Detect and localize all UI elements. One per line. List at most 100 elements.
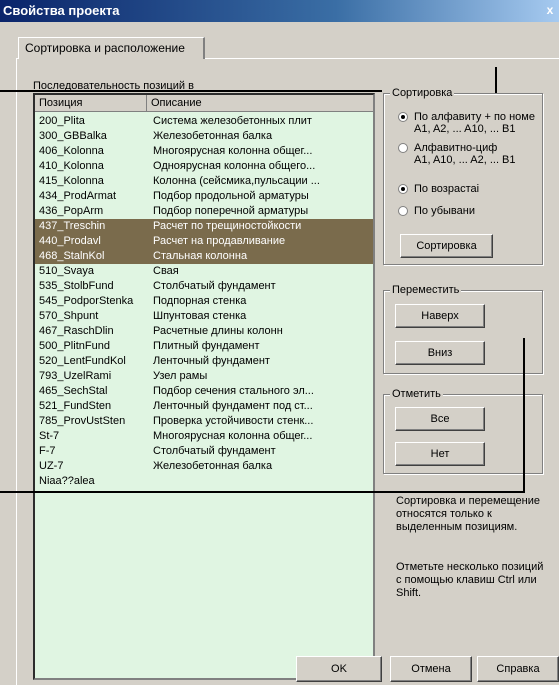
table-row[interactable]: 437_Treschin Расчет по трещиностойкости xyxy=(35,219,373,234)
row-description: Узел рамы xyxy=(153,370,208,382)
row-description: Ленточный фундамент под ст... xyxy=(153,400,313,412)
table-row[interactable]: 500_PlitnFund Плитный фундамент xyxy=(35,339,373,354)
table-row[interactable]: 436_PopArm Подбор поперечной арматуры xyxy=(35,204,373,219)
callout-line-top-right xyxy=(495,67,497,93)
table-row[interactable]: 434_ProdArmat Подбор продольной арматуры xyxy=(35,189,373,204)
row-position: F-7 xyxy=(39,445,56,457)
table-row[interactable]: 415_Kolonna Колонна (сейсмика,пульсации .… xyxy=(35,174,373,189)
row-description: Ленточный фундамент xyxy=(153,355,270,367)
help-button[interactable]: Справка xyxy=(477,656,559,682)
select-all-button[interactable]: Все xyxy=(395,407,485,431)
table-row[interactable]: 785_ProvUstSten Проверка устойчивости сте… xyxy=(35,414,373,429)
move-group: Переместить Наверх Вниз xyxy=(383,284,543,374)
table-row[interactable]: 468_StalnKol Стальная колонна xyxy=(35,249,373,264)
row-description: Столбчатый фундамент xyxy=(153,445,276,457)
sort-group: Сортировка По алфавиту + по номе A1, A2, … xyxy=(383,87,543,265)
list-header: Позиция Описание xyxy=(35,95,373,112)
row-description: Многоярусная колонна общег... xyxy=(153,430,313,442)
positions-list[interactable]: Позиция Описание 200_Plita Система железо… xyxy=(33,93,375,680)
close-icon[interactable]: x xyxy=(543,3,557,17)
row-position: 434_ProdArmat xyxy=(39,190,117,202)
table-row[interactable]: 570_Shpunt Шпунтовая стенка xyxy=(35,309,373,324)
table-row[interactable]: 410_Kolonna Одноярусная колонна общего... xyxy=(35,159,373,174)
row-description: Расчет по трещиностойкости xyxy=(153,220,302,232)
row-position: 406_Kolonna xyxy=(39,145,104,157)
table-row[interactable]: F-7 Столбчатый фундамент xyxy=(35,444,373,459)
move-down-button[interactable]: Вниз xyxy=(395,341,485,365)
row-description: Подбор сечения стального эл... xyxy=(153,385,314,397)
table-row[interactable]: St-7 Многоярусная колонна общег... xyxy=(35,429,373,444)
sort-button[interactable]: Сортировка xyxy=(400,234,493,258)
row-description: Одноярусная колонна общего... xyxy=(153,160,316,172)
alnum-sort-label: Алфавитно-циф A1, A10, ... A2, ... B1 xyxy=(414,142,516,166)
row-position: 570_Shpunt xyxy=(39,310,99,322)
row-description: Подпорная стенка xyxy=(153,295,247,307)
row-position: 200_Plita xyxy=(39,115,85,127)
row-description: Подбор поперечной арматуры xyxy=(153,205,309,217)
row-description: Колонна (сейсмика,пульсации ... xyxy=(153,175,320,187)
table-row[interactable]: 510_Svaya Свая xyxy=(35,264,373,279)
table-row[interactable]: 520_LentFundKol Ленточный фундамент xyxy=(35,354,373,369)
row-position: 467_RaschDlin xyxy=(39,325,114,337)
alnum-sort-radio[interactable]: Алфавитно-циф A1, A10, ... A2, ... B1 xyxy=(398,142,540,168)
table-row[interactable]: 521_FundSten Ленточный фундамент под ст..… xyxy=(35,399,373,414)
row-description: Проверка устойчивости стенк... xyxy=(153,415,314,427)
row-description: Подбор продольной арматуры xyxy=(153,190,309,202)
row-position: 410_Kolonna xyxy=(39,160,104,172)
row-position: Niaa??alea xyxy=(39,475,95,487)
move-up-button[interactable]: Наверх xyxy=(395,304,485,328)
row-description: Стальная колонна xyxy=(153,250,248,262)
alpha-sort-label: По алфавиту + по номе A1, A2, ... A10, ..… xyxy=(414,111,535,135)
callout-line-right xyxy=(523,338,525,493)
radio-dot-icon xyxy=(398,206,408,216)
table-row[interactable]: 545_PodporStenka Подпорная стенка xyxy=(35,294,373,309)
row-position: 793_UzelRami xyxy=(39,370,112,382)
row-description: Расчетные длины колонн xyxy=(153,325,283,337)
row-position: 521_FundSten xyxy=(39,400,112,412)
row-position: 500_PlitnFund xyxy=(39,340,110,352)
table-row[interactable]: 467_RaschDlin Расчетные длины колонн xyxy=(35,324,373,339)
radio-dot-icon xyxy=(398,112,408,122)
table-row[interactable]: 793_UzelRami Узел рамы xyxy=(35,369,373,384)
move-group-title: Переместить xyxy=(390,284,462,296)
table-row[interactable]: 465_SechStal Подбор сечения стального эл.… xyxy=(35,384,373,399)
row-description: Плитный фундамент xyxy=(153,340,260,352)
select-none-button[interactable]: Нет xyxy=(395,442,485,466)
table-row[interactable]: Niaa??alea xyxy=(35,474,373,489)
descending-label: По убывани xyxy=(414,205,475,217)
row-position: 785_ProvUstSten xyxy=(39,415,126,427)
cancel-button[interactable]: Отмена xyxy=(390,656,472,682)
row-position: 545_PodporStenka xyxy=(39,295,134,307)
selection-note: Сортировка и перемещение относятся тольк… xyxy=(396,495,540,533)
descending-radio[interactable]: По убывани xyxy=(398,205,540,218)
table-row[interactable]: 406_Kolonna Многоярусная колонна общег... xyxy=(35,144,373,159)
table-row[interactable]: 440_Prodavl Расчет на продавливание xyxy=(35,234,373,249)
column-header-description[interactable]: Описание xyxy=(147,95,373,111)
ascending-label: По возрастаі xyxy=(414,183,480,195)
list-rows: 200_Plita Система железобетонных плит 300_… xyxy=(35,114,373,489)
row-description: Многоярусная колонна общег... xyxy=(153,145,313,157)
column-header-position[interactable]: Позиция xyxy=(35,95,147,111)
title-bar[interactable]: Свойства проекта x xyxy=(0,0,559,22)
alpha-sort-radio[interactable]: По алфавиту + по номе A1, A2, ... A10, ..… xyxy=(398,111,540,137)
row-position: 465_SechStal xyxy=(39,385,108,397)
row-description: Расчет на продавливание xyxy=(153,235,286,247)
table-row[interactable]: 200_Plita Система железобетонных плит xyxy=(35,114,373,129)
ascending-radio[interactable]: По возрастаі xyxy=(398,183,540,196)
radio-dot-icon xyxy=(398,184,408,194)
callout-line-top xyxy=(0,90,382,92)
radio-dot-icon xyxy=(398,143,408,153)
row-description: Железобетонная балка xyxy=(153,460,273,472)
table-row[interactable]: 300_GBBalka Железобетонная балка xyxy=(35,129,373,144)
table-row[interactable]: 535_StolbFund Столбчатый фундамент xyxy=(35,279,373,294)
row-description: Шпунтовая стенка xyxy=(153,310,247,322)
table-row[interactable]: UZ-7 Железобетонная балка xyxy=(35,459,373,474)
tab-sort-layout[interactable]: Сортировка и расположение xyxy=(18,37,205,59)
mark-group: Отметить Все Нет xyxy=(383,388,543,474)
row-description: Система железобетонных плит xyxy=(153,115,312,127)
row-description: Железобетонная балка xyxy=(153,130,273,142)
row-position: 436_PopArm xyxy=(39,205,104,217)
row-position: 300_GBBalka xyxy=(39,130,107,142)
ok-button[interactable]: OK xyxy=(296,656,382,682)
row-position: 437_Treschin xyxy=(39,220,106,232)
